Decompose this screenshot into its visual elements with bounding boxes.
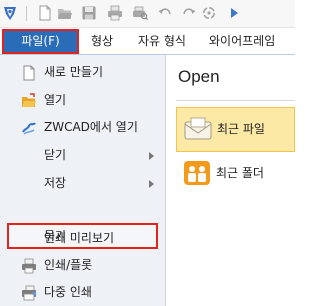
tab-shape[interactable]: 형상: [91, 32, 113, 50]
submenu-arrow-icon: [149, 180, 154, 188]
dropdown-arrow-icon[interactable]: [227, 5, 243, 21]
menu-item-label: 인쇄 미리보기: [44, 231, 115, 245]
multi-print-icon: [22, 285, 36, 301]
menu-item-new[interactable]: 새로 만들기: [0, 59, 166, 87]
option-recent-folders[interactable]: 최근 폴더: [176, 152, 295, 197]
menu-item-open-in-zwcad[interactable]: ZWCAD에서 열기: [0, 114, 166, 142]
toolbar-separator: [26, 6, 27, 21]
menu-item-label: 저장: [44, 176, 67, 190]
undo-icon[interactable]: [157, 5, 173, 21]
printer-icon: [22, 258, 36, 274]
new-file-icon[interactable]: [37, 5, 53, 21]
sync-icon[interactable]: [201, 5, 217, 21]
print-preview-icon[interactable]: [132, 5, 148, 21]
recent-folders-icon: [184, 161, 210, 185]
save-icon[interactable]: [81, 5, 97, 21]
zwcad-icon: [22, 122, 36, 135]
menu-item-label: 새로 만들기: [44, 65, 104, 79]
menu-item-print-plot[interactable]: 인쇄/플롯: [0, 252, 166, 280]
file-menu: 새로 만들기 열기 ZWCAD에서 열기 닫기 저장 묶기 인쇄 미리보기 인쇄…: [0, 55, 166, 306]
tab-file[interactable]: 파일(F): [2, 29, 79, 54]
new-document-icon: [23, 65, 35, 81]
menu-item-open[interactable]: 열기: [0, 87, 166, 115]
tab-freeform[interactable]: 자유 형식: [138, 32, 186, 50]
quick-access-toolbar: [0, 0, 295, 28]
recent-files-icon: [184, 117, 212, 140]
ribbon-tab-bar: 파일(F) 형상 자유 형식 와이어프레임: [0, 28, 295, 55]
menu-item-label: 닫기: [44, 148, 67, 162]
menu-item-label: 인쇄/플롯: [44, 258, 93, 272]
print-icon[interactable]: [107, 5, 123, 21]
open-panel: Open 최근 파일 최근 폴더: [167, 55, 295, 306]
open-folder-icon[interactable]: [57, 5, 73, 21]
option-label: 최근 파일: [217, 122, 265, 136]
tab-wireframe[interactable]: 와이어프레임: [209, 32, 275, 50]
menu-item-close[interactable]: 닫기: [0, 142, 166, 170]
panel-title: Open: [178, 67, 220, 86]
menu-item-label: 다중 인쇄: [44, 285, 92, 299]
menu-item-multi-print[interactable]: 다중 인쇄: [0, 279, 166, 306]
menu-item-print-preview[interactable]: 인쇄 미리보기: [0, 225, 166, 253]
divider: [176, 100, 295, 101]
redo-icon[interactable]: [181, 5, 197, 21]
menu-item-save[interactable]: 저장: [0, 170, 166, 198]
menu-item-label: ZWCAD에서 열기: [44, 120, 138, 134]
submenu-arrow-icon: [149, 152, 154, 160]
app-logo-icon[interactable]: [2, 5, 18, 21]
option-label: 최근 폴더: [216, 166, 264, 180]
menu-item-label: 열기: [44, 93, 67, 107]
option-recent-files[interactable]: 최근 파일: [176, 107, 295, 152]
open-folder-icon: [22, 93, 36, 107]
